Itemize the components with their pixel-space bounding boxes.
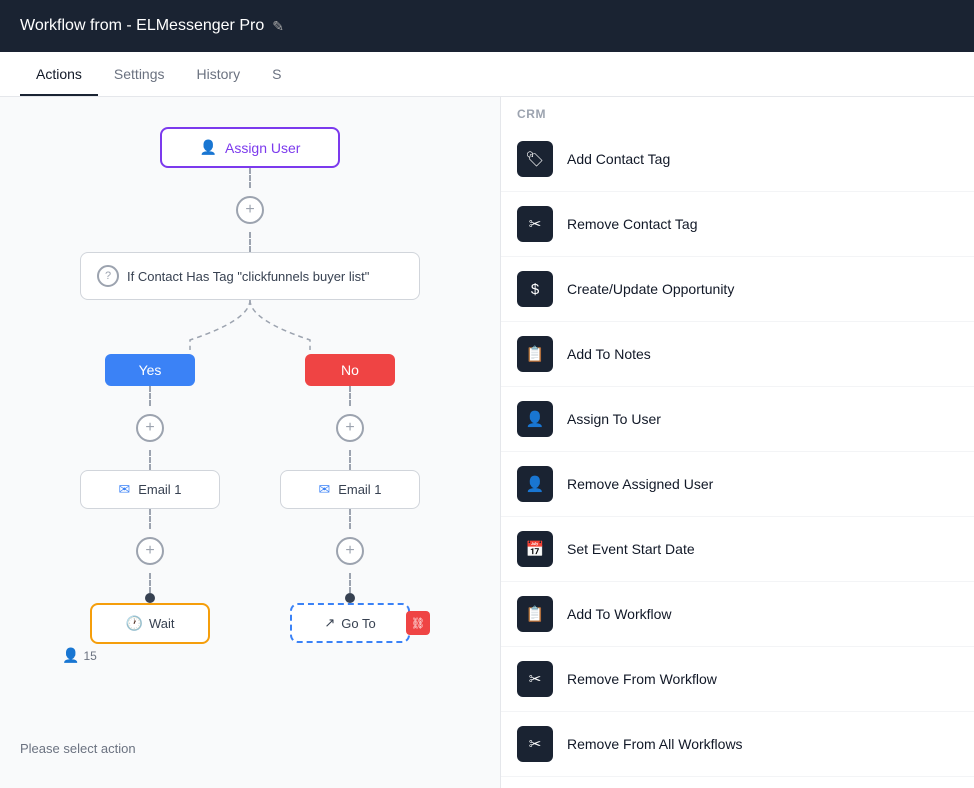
action-label-remove-assigned-user: Remove Assigned User (567, 476, 713, 492)
edit-icon[interactable]: ✎ (272, 18, 284, 35)
no-button[interactable]: No (305, 354, 395, 386)
condition-icon: ? (97, 265, 119, 287)
no-branch: No + ✉ Email 1 + (280, 354, 420, 644)
wait-dot (145, 593, 155, 603)
branch-row: Yes + ✉ Email 1 + (80, 354, 420, 644)
action-icon-create-update-opportunity: $ (517, 271, 553, 307)
goto-node[interactable]: ↗ Go To ⛓ (290, 603, 410, 643)
wait-icon: 🕐 (126, 615, 143, 632)
action-create-update-opportunity[interactable]: $ Create/Update Opportunity (501, 257, 974, 322)
action-label-assign-to-user: Assign To User (567, 411, 661, 427)
no-goto-line (349, 573, 351, 593)
action-label-add-to-notes: Add To Notes (567, 346, 651, 362)
tab-history[interactable]: History (181, 52, 257, 96)
yes-button[interactable]: Yes (105, 354, 195, 386)
plus-icon-after-email-yes: + (145, 542, 154, 560)
no-after-email-line (349, 509, 351, 529)
crm-section-label: CRM (501, 97, 974, 127)
action-icon-set-event-start-date: 📅 (517, 531, 553, 567)
header: Workflow from - ELMessenger Pro ✎ (0, 0, 974, 52)
action-remove-assigned-user[interactable]: 👤 Remove Assigned User (501, 452, 974, 517)
email-node-no[interactable]: ✉ Email 1 (280, 470, 420, 509)
email-node-yes[interactable]: ✉ Email 1 (80, 470, 220, 509)
link-icon: ⛓ (406, 611, 430, 635)
avatar-badge: 👤 15 (62, 647, 97, 664)
action-label-remove-from-all-workflows: Remove From All Workflows (567, 736, 743, 752)
action-icon-remove-assigned-user: 👤 (517, 466, 553, 502)
yes-branch: Yes + ✉ Email 1 + (80, 354, 220, 644)
action-add-contact-tag[interactable]: 🏷 Add Contact Tag (501, 127, 974, 192)
action-remove-contact-tag[interactable]: ✂ Remove Contact Tag (501, 192, 974, 257)
header-title: Workflow from - ELMessenger Pro (20, 17, 264, 35)
no-email-line (349, 450, 351, 470)
workflow-canvas: 👤 Assign User + ? If Contact Has Tag "cl… (0, 97, 500, 788)
action-icon-add-contact-tag: 🏷 (517, 141, 553, 177)
email-icon-yes: ✉ (118, 481, 130, 498)
avatar-count: 15 (83, 649, 96, 663)
condition-label: If Contact Has Tag "clickfunnels buyer l… (127, 269, 369, 284)
add-after-email-no[interactable]: + (336, 537, 364, 565)
action-label-add-to-workflow: Add To Workflow (567, 606, 672, 622)
plus-icon-after-email-no: + (345, 542, 354, 560)
assign-user-node[interactable]: 👤 Assign User (160, 127, 340, 168)
add-yes-btn[interactable]: + (136, 414, 164, 442)
action-panel: CRM 🏷 Add Contact Tag ✂ Remove Contact T… (500, 97, 974, 788)
branch-curves (130, 300, 370, 350)
wait-label: Wait (149, 616, 175, 631)
main-content: 👤 Assign User + ? If Contact Has Tag "cl… (0, 97, 974, 788)
tabs-bar: Actions Settings History S (0, 52, 974, 97)
tab-settings[interactable]: Settings (98, 52, 181, 96)
add-no-btn[interactable]: + (336, 414, 364, 442)
action-add-to-notes[interactable]: 📋 Add To Notes (501, 322, 974, 387)
plus-icon-1: + (245, 201, 254, 219)
assign-user-icon: 👤 (200, 139, 217, 156)
goto-label: Go To (341, 616, 375, 631)
branch-section: Yes + ✉ Email 1 + (20, 300, 480, 644)
email-label-no: Email 1 (338, 482, 381, 497)
add-step-btn-1[interactable]: + (236, 196, 264, 224)
goto-icon: ↗ (324, 615, 335, 631)
wait-node[interactable]: 🕐 Wait 👤 15 (90, 603, 210, 644)
action-icon-add-to-workflow: 📋 (517, 596, 553, 632)
action-label-create-update-opportunity: Create/Update Opportunity (567, 281, 734, 297)
please-select-container: Please select action (20, 740, 136, 758)
yes-after-email-line (149, 509, 151, 529)
no-branch-line (349, 386, 351, 406)
action-icon-add-to-notes: 📋 (517, 336, 553, 372)
action-remove-from-all-workflows[interactable]: ✂ Remove From All Workflows (501, 712, 974, 777)
goto-dot (345, 593, 355, 603)
email-icon-no: ✉ (318, 481, 330, 498)
avatar-icon: 👤 (62, 647, 79, 664)
tab-s[interactable]: S (256, 52, 297, 96)
condition-node[interactable]: ? If Contact Has Tag "clickfunnels buyer… (80, 252, 420, 300)
action-add-to-workflow[interactable]: 📋 Add To Workflow (501, 582, 974, 647)
action-set-event-start-date[interactable]: 📅 Set Event Start Date (501, 517, 974, 582)
yes-email-line (149, 450, 151, 470)
action-label-add-contact-tag: Add Contact Tag (567, 151, 670, 167)
action-remove-opportunity[interactable]: ✂ Remove Opportunity (501, 777, 974, 788)
action-label-remove-from-workflow: Remove From Workflow (567, 671, 717, 687)
assign-user-label: Assign User (225, 140, 300, 156)
connector-line-1 (249, 168, 251, 188)
please-select-text: Please select action (20, 741, 136, 756)
yes-branch-line (149, 386, 151, 406)
tab-actions[interactable]: Actions (20, 52, 98, 96)
action-icon-remove-from-all-workflows: ✂ (517, 726, 553, 762)
action-label-remove-contact-tag: Remove Contact Tag (567, 216, 697, 232)
add-after-email-yes[interactable]: + (136, 537, 164, 565)
yes-wait-line (149, 573, 151, 593)
email-label-yes: Email 1 (138, 482, 181, 497)
action-icon-remove-from-workflow: ✂ (517, 661, 553, 697)
action-icon-remove-contact-tag: ✂ (517, 206, 553, 242)
action-remove-from-workflow[interactable]: ✂ Remove From Workflow (501, 647, 974, 712)
action-icon-assign-to-user: 👤 (517, 401, 553, 437)
plus-icon-no: + (345, 419, 354, 437)
plus-icon-yes: + (145, 419, 154, 437)
action-label-set-event-start-date: Set Event Start Date (567, 541, 695, 557)
action-assign-to-user[interactable]: 👤 Assign To User (501, 387, 974, 452)
connector-line-2 (249, 232, 251, 252)
